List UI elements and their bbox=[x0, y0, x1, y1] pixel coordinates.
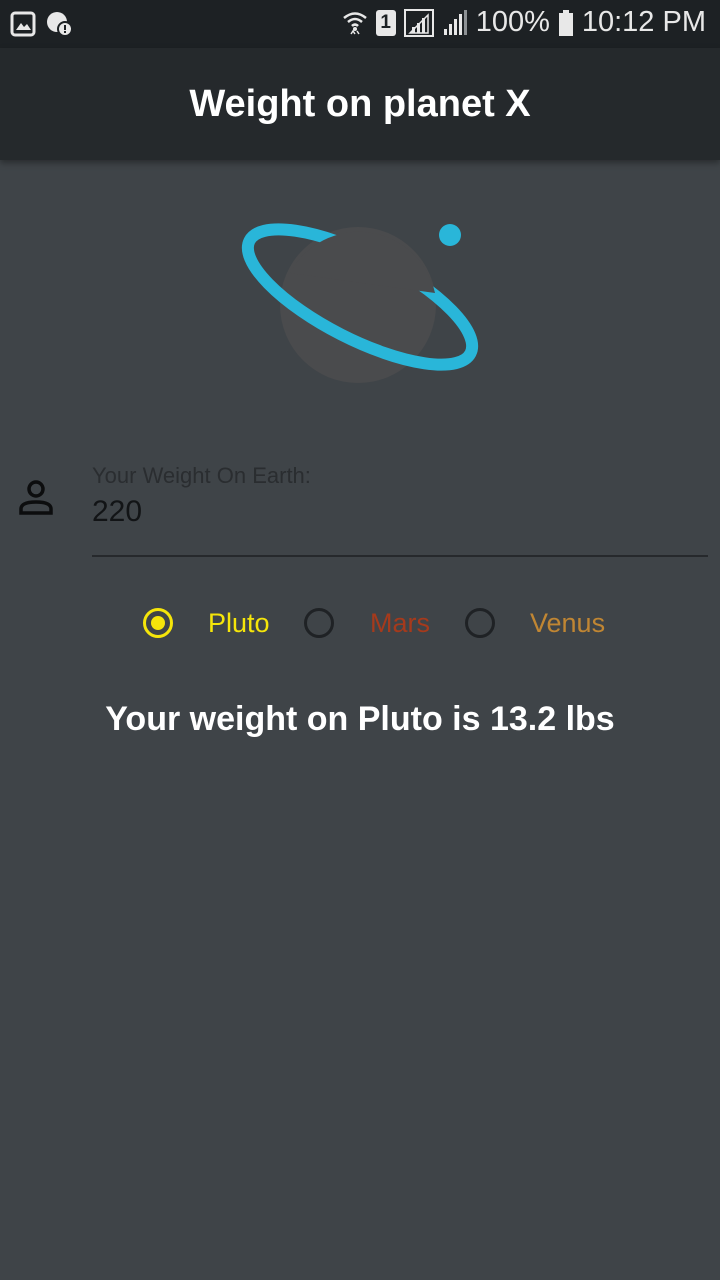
status-notifications bbox=[10, 10, 74, 38]
weight-input-underline bbox=[92, 555, 708, 557]
person-icon bbox=[19, 480, 53, 515]
radio-label-venus[interactable]: Venus bbox=[530, 608, 605, 639]
signal-bars-icon bbox=[443, 9, 467, 35]
page-title: Weight on planet X bbox=[189, 82, 531, 125]
signal-strength-icon bbox=[403, 8, 434, 37]
status-system: 1 100% 10:12 PM bbox=[342, 6, 706, 39]
radio-pluto[interactable] bbox=[143, 608, 173, 638]
weight-input-row: Your Weight On Earth: 220 bbox=[0, 455, 720, 565]
battery-percent: 100% bbox=[475, 6, 550, 38]
radio-mars[interactable] bbox=[304, 608, 334, 638]
moon-dot bbox=[439, 224, 461, 246]
status-bar: 1 100% 10:12 PM bbox=[0, 0, 720, 48]
radio-label-pluto[interactable]: Pluto bbox=[208, 608, 270, 639]
weight-field-label: Your Weight On Earth: bbox=[92, 463, 311, 488]
planet-icon bbox=[241, 223, 479, 383]
result-text: Your weight on Pluto is 13.2 lbs bbox=[105, 700, 615, 738]
clock: 10:12 PM bbox=[581, 6, 706, 38]
app-bar: Weight on planet X bbox=[0, 48, 720, 160]
radio-label-mars[interactable]: Mars bbox=[370, 608, 430, 639]
weight-input[interactable]: 220 bbox=[92, 495, 142, 529]
alert-notification-icon bbox=[47, 12, 73, 37]
wifi-icon bbox=[342, 11, 367, 34]
gallery-notification-icon bbox=[10, 11, 36, 37]
radio-venus[interactable] bbox=[465, 608, 495, 638]
sim-slot-badge: 1 bbox=[375, 9, 396, 36]
planet-radio-group: Pluto Mars Venus bbox=[0, 600, 720, 650]
battery-icon bbox=[558, 9, 573, 36]
